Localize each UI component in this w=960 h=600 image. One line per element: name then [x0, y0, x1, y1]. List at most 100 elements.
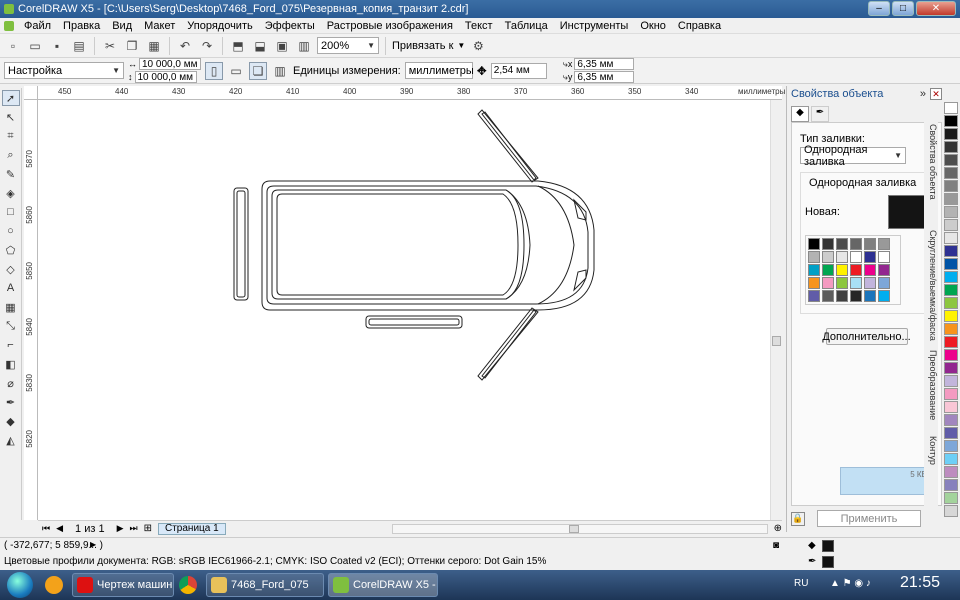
open-icon[interactable]: ▭ — [26, 37, 44, 55]
scroll-thumb[interactable] — [568, 524, 579, 533]
expand-icon[interactable]: » — [920, 88, 926, 100]
fill-tool-icon[interactable]: ◆ — [2, 413, 20, 429]
blend-tool-icon[interactable]: ◧ — [2, 356, 20, 372]
all-pages-icon[interactable]: ❏ — [249, 61, 267, 80]
options-icon[interactable]: ⚙ — [469, 37, 487, 55]
clock[interactable]: 21:55 — [900, 574, 940, 592]
palette-color[interactable] — [944, 310, 958, 322]
palette-color[interactable] — [944, 375, 958, 387]
scroll-thumb[interactable] — [772, 336, 781, 346]
color-swatch[interactable] — [836, 264, 848, 276]
dup-y-field[interactable]: 6,35 мм — [574, 71, 635, 83]
menu-bitmaps[interactable]: Растровые изображения — [321, 20, 459, 32]
ellipse-tool-icon[interactable]: ○ — [2, 223, 20, 239]
palette-color[interactable] — [944, 479, 958, 491]
color-swatch[interactable] — [878, 264, 890, 276]
shape-tool-icon[interactable]: ↖ — [2, 109, 20, 125]
menu-file[interactable]: Файл — [18, 20, 57, 32]
chevron-down-icon[interactable]: ▼ — [457, 41, 465, 50]
tab-contour[interactable]: Контур — [924, 436, 938, 465]
menu-view[interactable]: Вид — [106, 20, 138, 32]
vertical-ruler[interactable]: 5870 5860 5850 5840 5830 5820 — [24, 100, 38, 520]
coords-menu-icon[interactable]: ▶ — [90, 540, 96, 549]
tab-object-properties[interactable]: Свойства объекта — [924, 124, 938, 200]
color-swatch[interactable] — [808, 251, 820, 263]
save-icon[interactable]: ▪ — [48, 37, 66, 55]
eyedropper-icon[interactable]: ⌀ — [2, 375, 20, 391]
polygon-tool-icon[interactable]: ⬠ — [2, 242, 20, 258]
rectangle-tool-icon[interactable]: □ — [2, 204, 20, 220]
horizontal-scrollbar[interactable] — [391, 523, 768, 534]
palette-color[interactable] — [944, 232, 958, 244]
color-swatch[interactable] — [878, 277, 890, 289]
palette-color[interactable] — [944, 388, 958, 400]
palette-color[interactable] — [944, 128, 958, 140]
fill-type-combo[interactable]: Однородная заливка ▼ — [800, 144, 906, 168]
undo-icon[interactable]: ↶ — [176, 37, 194, 55]
palette-color[interactable] — [944, 492, 958, 504]
palette-color[interactable] — [944, 245, 958, 257]
lock-icon[interactable]: 🔒 — [791, 511, 805, 526]
menu-tools[interactable]: Инструменты — [554, 20, 635, 32]
task-coreldraw[interactable]: CorelDRAW X5 - ... — [328, 573, 438, 597]
color-swatch[interactable] — [822, 290, 834, 302]
pick-tool-icon[interactable]: ➚ — [1, 90, 20, 106]
more-button[interactable]: Дополнительно... — [822, 328, 911, 345]
page-tab[interactable]: Страница 1 — [158, 522, 226, 535]
menu-table[interactable]: Таблица — [499, 20, 554, 32]
tab-fillet-scallop-chamfer[interactable]: Скругление/выемка/фаска — [924, 230, 938, 341]
menu-edit[interactable]: Правка — [57, 20, 106, 32]
add-page-icon[interactable]: ⊞ — [144, 523, 152, 534]
drawing-canvas[interactable] — [38, 100, 770, 520]
dimension-tool-icon[interactable]: ⤡ — [2, 318, 20, 334]
last-page-icon[interactable]: ⏭ — [130, 523, 138, 534]
page-width-field[interactable]: 10 000,0 мм — [139, 58, 201, 70]
task-opera[interactable]: Чертеж машин... — [72, 573, 174, 597]
palette-color[interactable] — [944, 180, 958, 192]
import-icon[interactable]: ⬒ — [229, 37, 247, 55]
color-palette[interactable] — [944, 86, 958, 532]
alt-launcher-icon[interactable] — [40, 572, 68, 598]
palette-color[interactable] — [944, 401, 958, 413]
current-page-icon[interactable]: ▥ — [271, 62, 289, 80]
crop-tool-icon[interactable]: ⌗ — [2, 128, 20, 144]
palette-color[interactable] — [944, 297, 958, 309]
table-tool-icon[interactable]: ▦ — [2, 299, 20, 315]
palette-color[interactable] — [944, 362, 958, 374]
zoom-combo[interactable]: 200% ▼ — [317, 37, 379, 54]
color-swatch[interactable] — [836, 238, 848, 250]
palette-color[interactable] — [944, 505, 958, 517]
color-swatch[interactable] — [864, 238, 876, 250]
prev-page-icon[interactable]: ◀ — [56, 523, 63, 534]
color-swatch[interactable] — [836, 277, 848, 289]
color-swatch[interactable] — [808, 277, 820, 289]
apply-button[interactable]: Применить — [817, 510, 921, 527]
palette-color[interactable] — [944, 414, 958, 426]
color-swatch[interactable] — [878, 238, 890, 250]
color-swatch[interactable] — [822, 251, 834, 263]
connector-tool-icon[interactable]: ⌐ — [2, 337, 20, 353]
smart-fill-icon[interactable]: ◈ — [2, 185, 20, 201]
color-swatch[interactable] — [850, 290, 862, 302]
landscape-icon[interactable]: ▭ — [227, 62, 245, 80]
outline-tab-icon[interactable]: ✒ — [811, 106, 829, 122]
vertical-scrollbar[interactable] — [770, 100, 782, 520]
minimize-button[interactable]: – — [868, 1, 890, 16]
language-indicator[interactable]: RU — [794, 578, 808, 589]
palette-color[interactable] — [944, 453, 958, 465]
menu-arrange[interactable]: Упорядочить — [181, 20, 258, 32]
palette-color[interactable] — [944, 427, 958, 439]
color-swatch[interactable] — [864, 251, 876, 263]
paste-icon[interactable]: ▦ — [145, 37, 163, 55]
palette-color[interactable] — [944, 323, 958, 335]
palette-color[interactable] — [944, 336, 958, 348]
color-swatch[interactable] — [864, 264, 876, 276]
palette-color[interactable] — [944, 193, 958, 205]
outline-pen-icon[interactable]: ✒ — [2, 394, 20, 410]
fill-color-indicator[interactable] — [822, 540, 834, 552]
color-swatch[interactable] — [836, 251, 848, 263]
snapshot-icon[interactable]: ◙ — [773, 540, 779, 551]
freehand-tool-icon[interactable]: ✎ — [2, 166, 20, 182]
close-button[interactable]: ✕ — [916, 1, 956, 16]
copy-icon[interactable]: ❐ — [123, 37, 141, 55]
